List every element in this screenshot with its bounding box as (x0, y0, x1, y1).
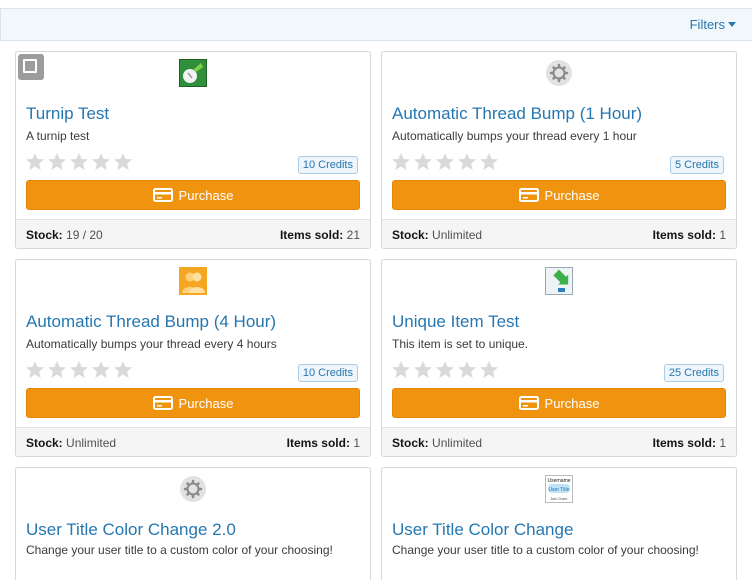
items-sold-info: Items sold: 1 (286, 435, 360, 450)
star-icon[interactable] (113, 152, 133, 172)
shop-item-card: Automatic Thread Bump (4 Hour) Automatic… (15, 259, 371, 457)
gear-icon (545, 59, 573, 87)
purchase-button[interactable]: Purchase (26, 388, 360, 418)
item-description: Change your user title to a custom color… (392, 543, 699, 557)
star-icon[interactable] (457, 360, 477, 380)
item-title[interactable]: User Title Color Change (392, 520, 573, 540)
turnip-icon (179, 59, 207, 87)
stock-info: Stock: 19 / 20 (26, 227, 103, 242)
shop-item-card: Automatic Thread Bump (1 Hour) Automatic… (381, 51, 737, 249)
shop-item-card: Unique Item Test This item is set to uni… (381, 259, 737, 457)
item-title[interactable]: Turnip Test (26, 104, 109, 124)
item-title[interactable]: Automatic Thread Bump (4 Hour) (26, 312, 276, 332)
credit-card-icon (152, 396, 173, 410)
credit-card-icon (518, 188, 539, 202)
rating-stars[interactable] (391, 360, 499, 380)
star-icon[interactable] (457, 152, 477, 172)
item-footer: Stock: Unlimited Items sold: 1 (382, 219, 736, 248)
purchase-button[interactable]: Purchase (392, 180, 726, 210)
item-title[interactable]: Automatic Thread Bump (1 Hour) (392, 104, 642, 124)
star-icon[interactable] (69, 152, 89, 172)
item-description: Automatically bumps your thread every 1 … (392, 129, 637, 143)
shop-item-card: Turnip Test A turnip test 10 Credits Pur… (15, 51, 371, 249)
credits-badge: 25 Credits (663, 364, 724, 382)
svg-text:User Title: User Title (548, 487, 569, 493)
filters-dropdown[interactable]: Filters (690, 17, 736, 32)
rating-stars[interactable] (25, 152, 133, 172)
item-description: Change your user title to a custom color… (26, 543, 333, 557)
shop-item-card: User Title Color Change 2.0 Change your … (15, 467, 371, 580)
star-icon[interactable] (47, 360, 67, 380)
users-icon (179, 267, 207, 295)
star-icon[interactable] (69, 360, 89, 380)
stock-info: Stock: Unlimited (392, 227, 483, 242)
items-sold-info: Items sold: 21 (279, 227, 360, 242)
star-icon[interactable] (47, 152, 67, 172)
chevron-down-icon (728, 22, 736, 27)
unique-arrow-icon (545, 267, 573, 295)
rating-stars[interactable] (25, 360, 133, 380)
items-sold-info: Items sold: 1 (652, 435, 726, 450)
star-icon[interactable] (91, 152, 111, 172)
svg-text:Join Date:: Join Date: (550, 496, 568, 501)
item-description: Automatically bumps your thread every 4 … (26, 337, 277, 351)
credits-badge: 10 Credits (297, 364, 358, 382)
star-icon[interactable] (479, 152, 499, 172)
item-title[interactable]: Unique Item Test (392, 312, 519, 332)
item-title[interactable]: User Title Color Change 2.0 (26, 520, 236, 540)
star-icon[interactable] (413, 152, 433, 172)
star-icon[interactable] (391, 152, 411, 172)
star-icon[interactable] (25, 152, 45, 172)
star-icon[interactable] (435, 152, 455, 172)
star-icon[interactable] (435, 360, 455, 380)
star-icon[interactable] (479, 360, 499, 380)
svg-text:Username: Username (547, 478, 570, 484)
credits-badge: 5 Credits (669, 156, 724, 174)
gear-icon (179, 475, 207, 503)
user-title-icon: Username User Title Join Date: (545, 475, 573, 503)
rating-stars[interactable] (391, 152, 499, 172)
item-description: A turnip test (26, 129, 90, 143)
items-sold-info: Items sold: 1 (652, 227, 726, 242)
credits-badge: 10 Credits (297, 156, 358, 174)
purchase-button[interactable]: Purchase (392, 388, 726, 418)
purchase-button[interactable]: Purchase (26, 180, 360, 210)
star-icon[interactable] (113, 360, 133, 380)
stock-info: Stock: Unlimited (26, 435, 117, 450)
item-footer: Stock: 19 / 20 Items sold: 21 (16, 219, 370, 248)
item-footer: Stock: Unlimited Items sold: 1 (16, 427, 370, 456)
item-description: This item is set to unique. (392, 337, 529, 351)
item-footer: Stock: Unlimited Items sold: 1 (382, 427, 736, 456)
star-icon[interactable] (391, 360, 411, 380)
star-icon[interactable] (91, 360, 111, 380)
select-checkbox[interactable] (18, 54, 44, 80)
shop-item-card: Username User Title Join Date: User Title … (381, 467, 737, 580)
star-icon[interactable] (413, 360, 433, 380)
star-icon[interactable] (25, 360, 45, 380)
credit-card-icon (152, 188, 173, 202)
stock-info: Stock: Unlimited (392, 435, 483, 450)
credit-card-icon (518, 396, 539, 410)
filter-bar: Filters (0, 8, 752, 41)
